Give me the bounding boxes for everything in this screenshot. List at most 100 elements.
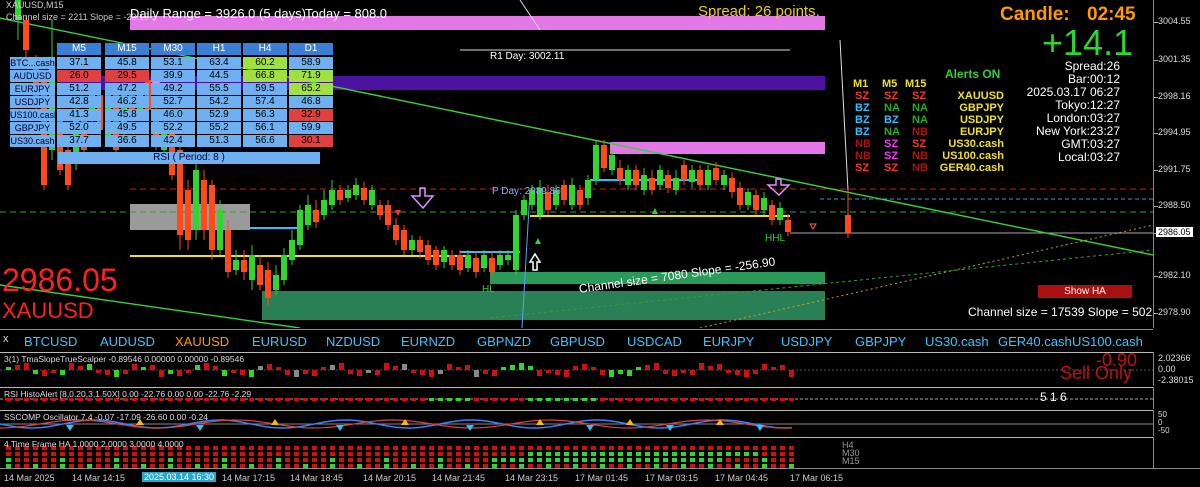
ha-cell [78,452,83,456]
time-label: 14 Mar 23:15 [505,473,559,483]
tma-slope-bar [15,365,20,370]
candle-body [233,260,239,270]
symbol-tab-us100-cash[interactable]: US100.cash [1072,334,1143,349]
symbol-tab-ger40-cash[interactable]: GER40.cash [998,334,1072,349]
session-info-spread: Spread:26 [1064,59,1120,73]
rsi-col-header: M30 [151,43,195,55]
candle-body [769,205,775,220]
candle-body [729,178,735,192]
rsi-histo-bar [735,398,740,401]
price-scale[interactable]: 3004.55 3001.35 2998.16 2994.95 2991.75 2988.… [1153,0,1200,328]
rsi-cell: 41.3 [57,109,101,121]
ha-cell [6,452,11,456]
price-tick-label: 2982.10 [1158,270,1191,280]
ha-cell [546,458,551,462]
rsi-histo-subwindow[interactable]: RSI HistoAlert [8,0.20,3,1.50X] 0.00 -22… [0,387,1153,410]
rsi-cell: 26.0 [57,70,101,82]
rsi-multi-timeframe-table: M5 M15 M30 H1 H4 D1 BTC...cash 37.1 45.8 53.1 63.4… [10,43,333,165]
rsi-histo-bar [627,398,632,401]
rsi-histo-bar [267,398,272,401]
rsi-histo-bar [420,398,425,401]
symbol-tab-us30-cash[interactable]: US30.cash [925,334,989,349]
candle-body [217,210,223,250]
ha-cell [555,446,560,450]
ha-cell [402,452,407,456]
tma-slope-bar [627,370,632,376]
tma-slope-bar [717,364,722,370]
symbol-tab-gbpnzd[interactable]: GBPNZD [477,334,531,349]
ha-cell [591,452,596,456]
session-info-local: Local:03:27 [1057,150,1120,164]
ha-cell [672,446,677,450]
ha-cell [69,452,74,456]
rsi-cell: 56.3 [243,109,287,121]
alert-m5: SZ [884,150,899,162]
rsi-histo-scale [1153,387,1200,409]
ha-cell [510,452,515,456]
ha-cell [114,458,119,462]
rsi-histo-numbers: 5 1 6 [1040,390,1067,404]
four-tf-ha-subwindow[interactable]: 4 Time Frame HA 1.0000 2.0000 3.0000 4.0… [0,437,1153,469]
symbol-tab-usdjpy[interactable]: USDJPY [781,334,832,349]
symbol-tab-gbpjpy[interactable]: GBPJPY [855,334,906,349]
rsi-histo-bar [672,398,677,401]
session-info-london: London:03:27 [1046,111,1120,125]
time-label: 14 Mar 20:15 [363,473,417,483]
rsi-histo-bar [384,398,389,401]
symbol-tab-usdcad[interactable]: USDCAD [627,334,682,349]
rsi-histo-bar [492,398,497,401]
ha-cell [690,446,695,450]
ha-cell [321,446,326,450]
tma-slope-bar [537,370,542,376]
candle-body [785,220,791,232]
close-x-icon[interactable]: x [3,333,9,345]
ha-cell [708,446,713,450]
rsi-histo-bar [348,398,353,401]
symbol-tab-eurjpy[interactable]: EURJPY [703,334,754,349]
candle-body [585,180,591,198]
tma-slope-bar [582,364,587,370]
show-ha-button[interactable]: Show HA [1038,285,1132,298]
rsi-cell: 66.8 [243,70,287,82]
rsi-cell: 46.0 [151,109,195,121]
candle-body [657,170,663,185]
symbol-tab-gbpusd[interactable]: GBPUSD [550,334,605,349]
rsi-histo-bar [762,398,767,401]
candle-body [409,240,415,250]
symbol-tab-xauusd[interactable]: XAUUSD [175,334,229,349]
ha-cell [249,452,254,456]
candle-body [561,185,567,200]
tma-slope-bar [6,367,11,370]
symbol-tab-eurusd[interactable]: EURUSD [252,334,307,349]
rsi-row-label: AUDUSD [10,70,55,82]
rsi-histo-bar [258,398,263,401]
ha-cell [474,452,479,456]
sscomp-oscillator-subwindow[interactable]: SSCOMP Oscillator 7.4 -0.07 -17.09 -26.6… [0,410,1153,437]
ha-cell [186,452,191,456]
tma-slope-scale: 2.02366 0.00 -2.38015 [1153,352,1200,386]
rsi-histo-bar [546,398,551,401]
tma-slope-bar [96,370,101,373]
symbol-tab-audusd[interactable]: AUDUSD [100,334,155,349]
rsi-row-label: USDJPY [10,96,55,108]
price-tick-label: 2994.95 [1158,127,1191,137]
ha-cell [753,446,758,450]
ha-cell [654,458,659,462]
rsi-histo-bar [609,398,614,401]
tma-slope-subwindow[interactable]: 3(1) TmaSlopeTrueScalper -0.89546 0.0000… [0,350,1153,387]
alert-m1: NB [855,150,871,162]
ha-cell [312,458,317,462]
channel-right-text: Channel size = 17539 Slope = 502 [968,305,1153,319]
ha-cell [555,458,560,462]
ha-cell [501,452,506,456]
symbol-tab-eurnzd[interactable]: EURNZD [401,334,455,349]
tma-slope-bar [492,370,497,376]
time-axis[interactable]: 14 Mar 2025 14 Mar 14:15 2025.03.14 16:30 1… [0,468,1200,487]
main-chart[interactable]: XAUUSD,M15 Channel size = 2211 Slope = -… [0,0,1153,328]
rsi-cell: 32.9 [289,109,333,121]
symbol-tab-nzdusd[interactable]: NZDUSD [326,334,380,349]
tma-slope-bar [411,370,416,373]
ha-cell [582,458,587,462]
ha-cell [249,446,254,450]
symbol-tab-btcusd[interactable]: BTCUSD [24,334,77,349]
